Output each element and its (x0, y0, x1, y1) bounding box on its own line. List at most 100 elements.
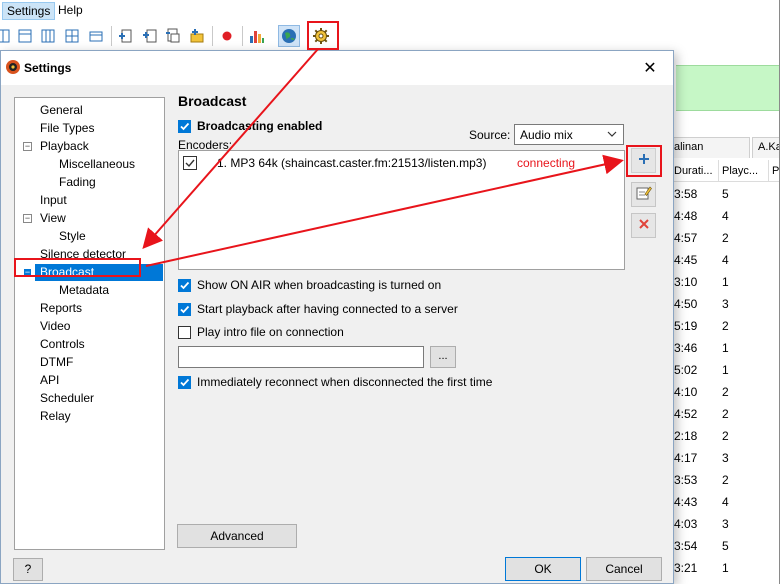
play-intro-checkbox[interactable]: Play intro file on connection (178, 324, 344, 340)
tree-item-playback[interactable]: Playback (40, 138, 89, 155)
checkbox-icon[interactable] (178, 375, 191, 389)
table-row[interactable]: 3:21 1 (670, 558, 780, 580)
layout-1-icon[interactable] (0, 27, 12, 45)
tree-item-file-types[interactable]: File Types (40, 120, 94, 137)
tree-item-metadata[interactable]: Metadata (59, 282, 109, 299)
duration-cell: 2:18 (674, 429, 698, 443)
tree-item-controls[interactable]: Controls (40, 336, 85, 353)
encoder-row[interactable]: 1. MP3 64k (shaincast.caster.fm:21513/li… (183, 155, 623, 171)
edit-icon (636, 185, 652, 204)
playcount-cell: 3 (722, 451, 729, 465)
encoder-checkbox[interactable] (183, 156, 197, 170)
tree-item-dtmf[interactable]: DTMF (40, 354, 73, 371)
table-row[interactable]: 5:02 1 (670, 360, 780, 382)
layout-2-icon[interactable] (16, 27, 34, 45)
broadcast-globe-icon[interactable] (278, 25, 300, 47)
table-row[interactable]: 4:10 2 (670, 382, 780, 404)
table-row[interactable]: 4:43 4 (670, 492, 780, 514)
intro-file-input[interactable] (178, 346, 424, 368)
table-row[interactable]: 3:46 1 (670, 338, 780, 360)
tree-item-relay[interactable]: Relay (40, 408, 71, 425)
tree-item-broadcast[interactable]: Broadcast (35, 264, 163, 281)
plus-icon (637, 152, 651, 169)
checkbox-icon[interactable] (178, 119, 191, 133)
duration-cell: 3:58 (674, 187, 698, 201)
tree-item-style[interactable]: Style (59, 228, 86, 245)
menu-help[interactable]: Help (54, 2, 87, 20)
tree-item-video[interactable]: Video (40, 318, 70, 335)
tree-item-api[interactable]: API (40, 372, 59, 389)
table-row[interactable]: 4:17 3 (670, 448, 780, 470)
tree-item-silence-detector[interactable]: Silence detector (40, 246, 126, 263)
column-duration[interactable]: Durati... (674, 165, 713, 177)
menu-bar: Settings Help (0, 0, 780, 21)
browse-button[interactable]: ... (430, 346, 456, 368)
add-url-icon[interactable] (164, 27, 182, 45)
table-row[interactable]: 4:52 2 (670, 404, 780, 426)
playcount-cell: 3 (722, 297, 729, 311)
tree-expander-icon[interactable]: − (23, 142, 32, 151)
column-playcount[interactable]: Playc... (722, 165, 758, 177)
ok-button[interactable]: OK (505, 557, 581, 581)
start-playback-checkbox[interactable]: Start playback after having connected to… (178, 301, 458, 317)
edit-encoder-button[interactable] (631, 182, 656, 207)
source-select[interactable]: Audio mix (514, 124, 624, 145)
playlist-tab[interactable]: A.Ka (752, 137, 780, 158)
record-icon[interactable] (218, 27, 236, 45)
menu-settings[interactable]: Settings (2, 2, 56, 20)
close-icon[interactable]: ✕ (635, 55, 665, 81)
encoders-list[interactable]: 1. MP3 64k (shaincast.caster.fm:21513/li… (178, 150, 625, 270)
table-row[interactable]: 4:50 3 (670, 294, 780, 316)
table-row[interactable]: 4:57 2 (670, 228, 780, 250)
playcount-cell: 1 (722, 275, 729, 289)
tree-item-general[interactable]: General (40, 102, 83, 119)
tree-expander-icon[interactable]: − (23, 268, 32, 277)
layout-4-icon[interactable] (63, 27, 81, 45)
reconnect-checkbox[interactable]: Immediately reconnect when disconnected … (178, 374, 492, 390)
table-row[interactable]: 4:03 3 (670, 514, 780, 536)
playcount-cell: 1 (722, 341, 729, 355)
show-on-air-checkbox[interactable]: Show ON AIR when broadcasting is turned … (178, 277, 441, 293)
tree-item-reports[interactable]: Reports (40, 300, 82, 317)
broadcasting-enabled-checkbox[interactable]: Broadcasting enabled (178, 118, 322, 134)
settings-gear-icon[interactable] (310, 25, 332, 47)
table-row[interactable]: 4:48 4 (670, 206, 780, 228)
layout-3-icon[interactable] (39, 27, 57, 45)
duration-cell: 3:21 (674, 561, 698, 575)
duration-cell: 4:45 (674, 253, 698, 267)
advanced-button[interactable]: Advanced (177, 524, 297, 548)
checkbox-icon[interactable] (178, 325, 191, 339)
help-button[interactable]: ? (13, 558, 43, 581)
duration-cell: 4:52 (674, 407, 698, 421)
duration-cell: 5:19 (674, 319, 698, 333)
checkbox-icon[interactable] (178, 302, 191, 316)
table-row[interactable]: 3:54 5 (670, 536, 780, 558)
panel-title: Broadcast (178, 93, 247, 109)
playlist-tab[interactable]: alinan (668, 137, 750, 158)
playcount-cell: 2 (722, 385, 729, 399)
tree-item-view[interactable]: View (40, 210, 66, 227)
table-row[interactable]: 5:19 2 (670, 316, 780, 338)
tree-item-miscellaneous[interactable]: Miscellaneous (59, 156, 135, 173)
layout-5-icon[interactable] (87, 27, 105, 45)
add-folder-icon[interactable] (141, 27, 159, 45)
statistics-icon[interactable] (248, 27, 266, 45)
tree-item-fading[interactable]: Fading (59, 174, 96, 191)
add-encoder-button[interactable] (631, 148, 656, 173)
tree-item-input[interactable]: Input (40, 192, 67, 209)
add-file-icon[interactable] (117, 27, 135, 45)
checkbox-icon[interactable] (178, 278, 191, 292)
add-playlist-icon[interactable] (188, 27, 206, 45)
settings-tree: General File Types − Playback Miscellaneous F… (14, 97, 165, 550)
delete-encoder-button[interactable] (631, 213, 656, 238)
table-row[interactable]: 3:10 1 (670, 272, 780, 294)
cancel-button[interactable]: Cancel (586, 557, 662, 581)
dialog-title: Settings (24, 61, 72, 75)
duration-cell: 4:50 (674, 297, 698, 311)
tree-item-scheduler[interactable]: Scheduler (40, 390, 94, 407)
table-row[interactable]: 4:45 4 (670, 250, 780, 272)
table-row[interactable]: 2:18 2 (670, 426, 780, 448)
table-row[interactable]: 3:58 5 (670, 184, 780, 206)
table-row[interactable]: 3:53 2 (670, 470, 780, 492)
tree-expander-icon[interactable]: − (23, 214, 32, 223)
